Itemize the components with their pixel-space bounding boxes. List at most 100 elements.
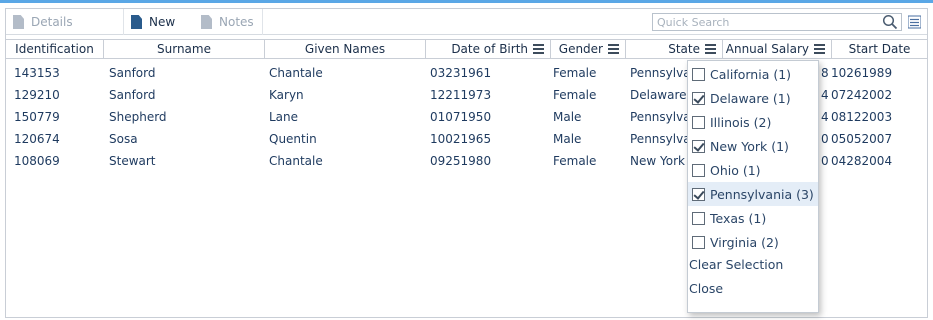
state-filter-option[interactable]: Delaware (1) (688, 86, 818, 110)
toolbar-divider (262, 9, 263, 35)
cell-identification: 143153 (14, 66, 60, 80)
filter-option-label: Pennsylvania (3) (710, 186, 814, 202)
filter-option-label: Illinois (2) (710, 114, 772, 130)
filter-option-label: Texas (1) (710, 210, 767, 226)
clear-selection-button[interactable]: Clear Selection (688, 253, 818, 277)
cell-annual-salary: 0 (821, 132, 829, 146)
cell-surname: Shepherd (109, 110, 167, 124)
cell-given-names: Lane (269, 110, 299, 124)
cell-annual-salary: 0 (821, 154, 829, 168)
column-header-given-names[interactable]: Given Names (265, 40, 426, 58)
details-label: Details (31, 15, 73, 29)
cell-start-date: 08122003 (831, 110, 893, 124)
cell-given-names: Karyn (269, 88, 304, 102)
column-label: Identification (15, 42, 94, 56)
filter-option-label: New York (1) (710, 138, 789, 154)
notes-document-icon (201, 15, 212, 29)
cell-state: Pennsylva (630, 66, 690, 80)
cell-gender: Male (553, 110, 582, 124)
cell-gender: Male (553, 132, 582, 146)
column-label: Start Date (848, 42, 911, 56)
state-filter-option[interactable]: Texas (1) (688, 206, 818, 230)
cell-state: Pennsylva (630, 110, 690, 124)
cell-annual-salary: 4 (821, 88, 829, 102)
column-label: Gender (558, 42, 603, 56)
filter-checkbox[interactable] (692, 187, 705, 201)
cell-surname: Sanford (109, 66, 156, 80)
cell-annual-salary: 4 (821, 110, 829, 124)
column-header-surname[interactable]: Surname (104, 40, 265, 58)
search-icon[interactable] (882, 14, 898, 30)
cell-gender: Female (553, 88, 597, 102)
cell-identification: 108069 (14, 154, 60, 168)
state-filter-dropdown: California (1) Delaware (1) Illinois (2)… (687, 60, 819, 313)
app-window: Details New Notes Quick Search Identific… (0, 0, 933, 320)
cell-start-date: 07242002 (831, 88, 893, 102)
notes-label: Notes (219, 15, 254, 29)
notes-button[interactable]: Notes (194, 9, 262, 35)
filter-checkbox[interactable] (692, 115, 705, 129)
state-filter-option[interactable]: New York (1) (688, 134, 818, 158)
cell-state: Delaware (630, 88, 687, 102)
filter-checkbox[interactable] (692, 139, 705, 153)
cell-date-of-birth: 12211973 (430, 88, 492, 102)
column-header-annual-salary[interactable]: Annual Salary (723, 40, 832, 58)
close-button[interactable]: Close (688, 277, 818, 301)
cell-annual-salary: 8 (821, 66, 829, 80)
cell-date-of-birth: 03231961 (430, 66, 492, 80)
column-menu-icon[interactable] (705, 44, 716, 54)
column-header-state[interactable]: State (626, 40, 723, 58)
cell-surname: Stewart (109, 154, 156, 168)
cell-gender: Female (553, 66, 597, 80)
cell-identification: 120674 (14, 132, 60, 146)
column-label: Date of Birth (451, 42, 528, 56)
cell-date-of-birth: 09251980 (430, 154, 492, 168)
cell-gender: Female (553, 154, 597, 168)
filter-checkbox[interactable] (692, 211, 705, 225)
column-label: Given Names (304, 42, 386, 56)
new-label: New (149, 15, 176, 29)
filter-option-label: California (1) (710, 66, 792, 82)
filter-option-label: Ohio (1) (710, 162, 761, 178)
column-label: State (668, 42, 700, 56)
cell-start-date: 04282004 (831, 154, 893, 168)
column-label: Surname (157, 42, 211, 56)
column-header-start-date[interactable]: Start Date (832, 40, 927, 58)
filter-option-label: Virginia (2) (710, 234, 779, 250)
cell-given-names: Chantale (269, 154, 323, 168)
cell-identification: 129210 (14, 88, 60, 102)
document-icon (13, 15, 24, 29)
state-filter-option[interactable]: California (1) (688, 62, 818, 86)
column-menu-icon[interactable] (814, 44, 825, 54)
filter-checkbox[interactable] (692, 91, 705, 105)
filter-checkbox[interactable] (692, 235, 705, 249)
grid-header: Identification Surname Given Names Date … (6, 39, 927, 59)
state-filter-option[interactable]: Illinois (2) (688, 110, 818, 134)
state-filter-option[interactable]: Ohio (1) (688, 158, 818, 182)
details-button[interactable]: Details (6, 9, 116, 35)
column-label: Annual Salary (725, 42, 809, 56)
column-menu-icon[interactable] (608, 44, 619, 54)
filter-option-label: Delaware (1) (710, 90, 791, 106)
grid-menu-icon[interactable] (908, 15, 921, 29)
filter-checkbox[interactable] (692, 163, 705, 177)
column-menu-icon[interactable] (533, 44, 544, 54)
state-filter-option[interactable]: Virginia (2) (688, 230, 818, 254)
cell-surname: Sanford (109, 88, 156, 102)
state-filter-option[interactable]: Pennsylvania (3) (688, 182, 818, 206)
cell-start-date: 10261989 (831, 66, 893, 80)
cell-date-of-birth: 10021965 (430, 132, 492, 146)
column-header-gender[interactable]: Gender (551, 40, 626, 58)
new-button[interactable]: New (124, 9, 194, 35)
cell-given-names: Chantale (269, 66, 323, 80)
column-header-identification[interactable]: Identification (6, 40, 104, 58)
filter-checkbox[interactable] (692, 67, 705, 81)
cell-date-of-birth: 01071950 (430, 110, 492, 124)
cell-state: New York (630, 154, 685, 168)
column-header-date-of-birth[interactable]: Date of Birth (426, 40, 551, 58)
quick-search-input[interactable] (653, 14, 873, 30)
cell-state: Pennsylva (630, 132, 690, 146)
cell-surname: Sosa (109, 132, 138, 146)
cell-start-date: 05052007 (831, 132, 893, 146)
new-document-icon (131, 15, 142, 29)
